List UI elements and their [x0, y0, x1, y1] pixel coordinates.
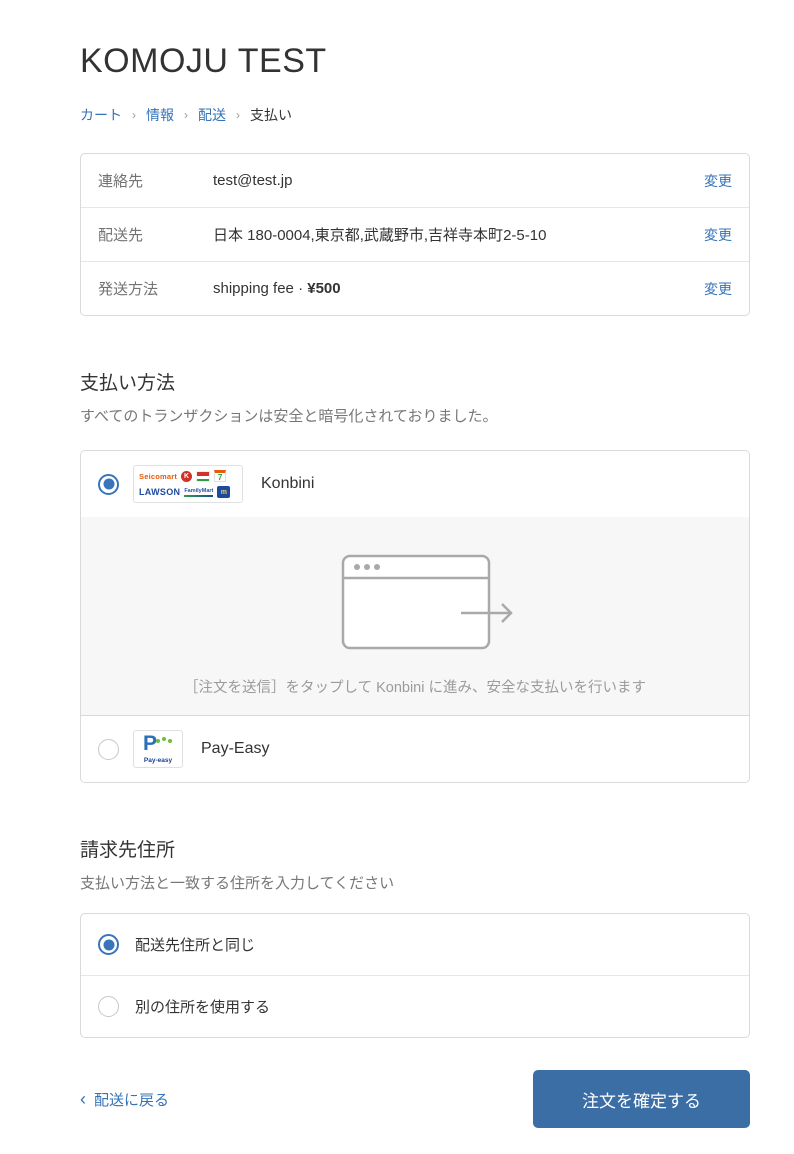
- payment-methods-card: Seicomart K 7 LAWSON FamilyMart m Konbin…: [80, 450, 750, 783]
- konbini-redirect-note: ［注文を送信］をタップして Konbini に進み、安全な支払いを行います: [184, 680, 646, 696]
- different-address-label: 別の住所を使用する: [135, 999, 271, 1016]
- ship-to-label: 配送先: [98, 227, 144, 244]
- browser-redirect-illustration-icon: [341, 554, 513, 650]
- confirm-order-button[interactable]: 注文を確定する: [533, 1070, 750, 1128]
- payeasy-logo-dot-icon: [156, 739, 160, 743]
- payeasy-logo-text: Pay-easy: [143, 757, 173, 764]
- shipping-method-price: ¥500: [307, 280, 341, 297]
- payment-section-heading: 支払い方法: [80, 373, 176, 394]
- breadcrumb-separator-icon: ›: [236, 108, 240, 122]
- billing-option-same-address[interactable]: 配送先住所と同じ: [81, 914, 749, 975]
- summary-row-ship-to: 配送先 日本 180-0004,東京都,武蔵野市,吉祥寺本町2-5-10 変更: [81, 207, 749, 261]
- breadcrumb-payment-current: 支払い: [250, 107, 292, 123]
- breadcrumb-shipping[interactable]: 配送: [198, 105, 226, 125]
- seicomart-logo: Seicomart: [139, 471, 178, 481]
- payeasy-logo: P Pay-easy: [133, 730, 183, 768]
- chevron-left-icon: ‹: [80, 1089, 86, 1109]
- billing-section-heading: 請求先住所: [80, 840, 176, 861]
- shipping-method-value: shipping fee · ¥500: [213, 280, 704, 297]
- shipping-method-name: shipping fee ·: [213, 280, 308, 297]
- change-shipping-method-link[interactable]: 変更: [704, 279, 732, 299]
- ship-to-value: 日本 180-0004,東京都,武蔵野市,吉祥寺本町2-5-10: [213, 227, 547, 244]
- billing-section-subheading: 支払い方法と一致する住所を入力してください: [80, 875, 395, 892]
- contact-label: 連絡先: [98, 173, 144, 190]
- breadcrumb-separator-icon: ›: [184, 108, 188, 122]
- payeasy-logo-p: P: [143, 732, 158, 755]
- sunkus-logo-icon: [196, 470, 211, 482]
- page-title: KOMOJU TEST: [80, 42, 327, 80]
- breadcrumb-cart[interactable]: カート: [80, 105, 122, 125]
- konbini-redirect-panel: ［注文を送信］をタップして Konbini に進み、安全な支払いを行います: [81, 517, 749, 715]
- breadcrumb-separator-icon: ›: [132, 108, 136, 122]
- payeasy-logo-dot-icon: [168, 739, 172, 743]
- same-address-radio[interactable]: [98, 934, 119, 955]
- ministop-logo-icon: m: [217, 486, 231, 498]
- order-summary-card: 連絡先 test@test.jp 変更 配送先 日本 180-0004,東京都,…: [80, 153, 750, 316]
- konbini-radio[interactable]: [98, 473, 119, 495]
- billing-address-card: 配送先住所と同じ 別の住所を使用する: [80, 913, 750, 1038]
- breadcrumb: カート › 情報 › 配送 › 支払い: [80, 105, 750, 125]
- payment-method-konbini-row[interactable]: Seicomart K 7 LAWSON FamilyMart m Konbin…: [81, 451, 749, 517]
- change-ship-to-link[interactable]: 変更: [704, 225, 732, 245]
- konbini-brands-logo: Seicomart K 7 LAWSON FamilyMart m: [133, 465, 243, 503]
- back-to-shipping-link[interactable]: ‹ 配送に戻る: [80, 1089, 169, 1110]
- payeasy-method-label: Pay-Easy: [201, 740, 270, 757]
- summary-row-shipping-method: 発送方法 shipping fee · ¥500 変更: [81, 261, 749, 315]
- back-to-shipping-label: 配送に戻る: [94, 1091, 170, 1109]
- change-contact-link[interactable]: 変更: [704, 171, 732, 191]
- checkout-page: KOMOJU TEST カート › 情報 › 配送 › 支払い 連絡先 test…: [0, 0, 794, 1154]
- payment-section-subheading: すべてのトランザクションは安全と暗号化されておりました。: [80, 408, 498, 425]
- same-address-label: 配送先住所と同じ: [135, 937, 256, 954]
- circle-k-logo-icon: K: [181, 470, 193, 482]
- seven-eleven-logo-icon: 7: [214, 470, 227, 482]
- payeasy-radio[interactable]: [98, 738, 119, 760]
- contact-value: test@test.jp: [213, 172, 293, 189]
- shipping-method-label: 発送方法: [98, 281, 159, 298]
- breadcrumb-information[interactable]: 情報: [146, 105, 174, 125]
- billing-option-different-address[interactable]: 別の住所を使用する: [81, 975, 749, 1037]
- checkout-footer: ‹ 配送に戻る 注文を確定する: [80, 1070, 750, 1128]
- lawson-logo: LAWSON: [139, 487, 181, 497]
- different-address-radio[interactable]: [98, 996, 119, 1017]
- summary-row-contact: 連絡先 test@test.jp 変更: [81, 154, 749, 207]
- payment-method-payeasy-row[interactable]: P Pay-easy Pay-Easy: [81, 715, 749, 782]
- konbini-method-label: Konbini: [261, 475, 315, 492]
- payeasy-logo-dot-icon: [162, 737, 166, 741]
- familymart-logo: FamilyMart: [184, 487, 214, 497]
